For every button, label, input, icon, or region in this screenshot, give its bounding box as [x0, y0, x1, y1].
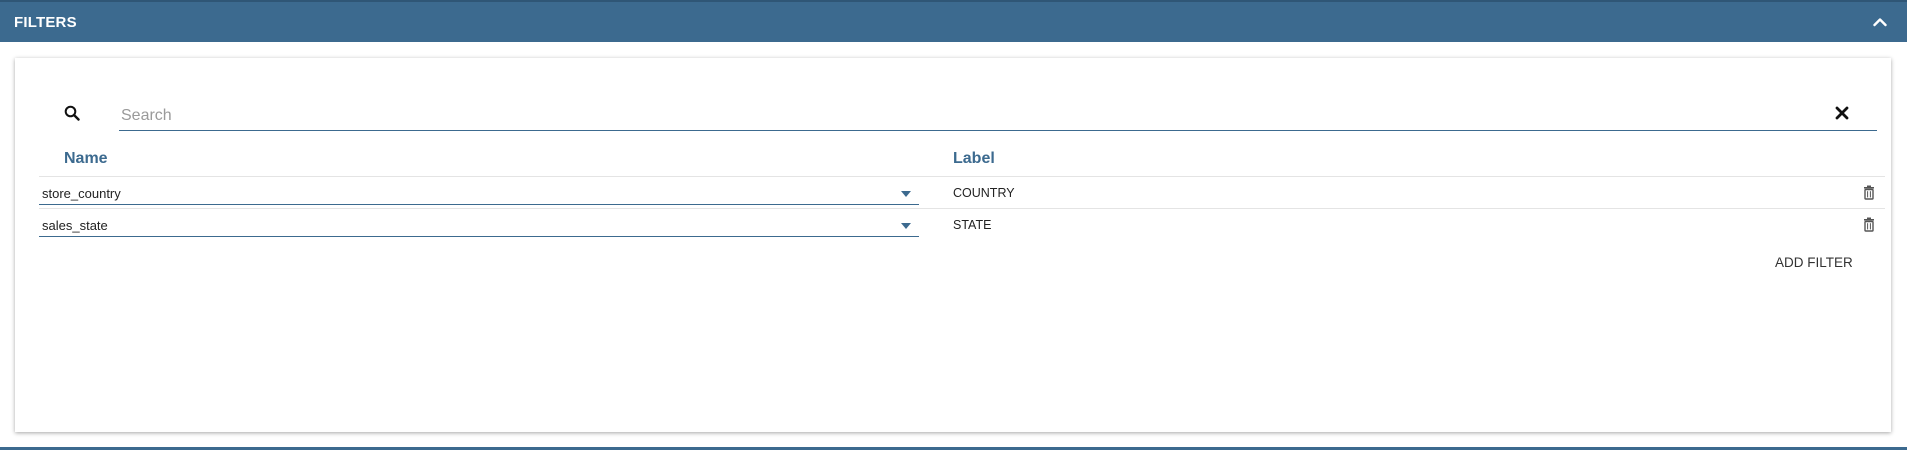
close-icon[interactable]	[1833, 104, 1851, 122]
label-value: COUNTRY	[953, 186, 1015, 200]
table-row: store_country COUNTRY	[39, 176, 1885, 208]
search-icon	[64, 105, 80, 121]
name-select-value: sales_state	[42, 218, 108, 233]
table-row: sales_state STATE	[39, 208, 1885, 240]
filters-panel: Name Label store_country COUNTRY sales_s…	[15, 58, 1891, 432]
name-select[interactable]: sales_state	[39, 213, 919, 237]
filters-header: FILTERS	[0, 0, 1907, 42]
label-value: STATE	[953, 218, 992, 232]
chevron-down-icon[interactable]	[901, 223, 911, 229]
column-header-label: Label	[953, 150, 995, 167]
search-bar	[49, 98, 1877, 132]
chevron-down-icon[interactable]	[901, 191, 911, 197]
filters-title: FILTERS	[14, 13, 77, 31]
trash-icon[interactable]	[1862, 217, 1876, 232]
search-input[interactable]	[119, 98, 1877, 131]
table-header: Name Label	[49, 144, 1859, 176]
name-select[interactable]: store_country	[39, 181, 919, 205]
chevron-up-icon[interactable]	[1869, 11, 1891, 33]
column-header-name: Name	[64, 150, 108, 167]
trash-icon[interactable]	[1862, 185, 1876, 200]
add-filter-button[interactable]: ADD FILTER	[1775, 255, 1853, 270]
name-select-value: store_country	[42, 186, 121, 201]
